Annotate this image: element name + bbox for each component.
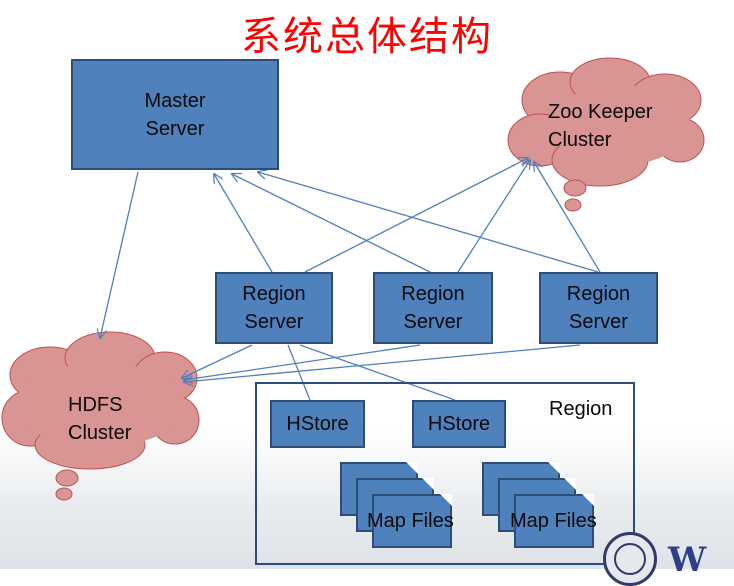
arrow-rs2-zk [457,160,530,273]
hstore-box-2: HStore [412,400,506,448]
arrow-rs1-master [214,174,273,273]
hdfs-label: HDFS Cluster [68,391,131,447]
region-server-box-2: Region Server [373,272,493,344]
arrow-rs3-master [258,172,599,273]
hstore-2-label: HStore [427,413,491,435]
region-server-2-line1: Region [401,283,465,305]
region-label: Region [549,398,613,420]
hdfs-label-line2: Cluster [68,422,132,444]
master-server-box: Master Server [71,59,279,170]
region-server-box-3: Region Server [539,272,658,344]
zookeeper-label-line2: Cluster [548,129,612,151]
region-server-box-1: Region Server [215,272,333,344]
university-logo-mark: W [668,540,706,580]
arrow-master-hdfs [100,171,139,338]
zookeeper-label-line1: Zoo Keeper [548,101,653,123]
region-server-2-line2: Server [403,311,463,333]
map-files-label-1: Map Files [367,510,454,532]
zookeeper-label: Zoo Keeper Cluster [548,98,653,154]
master-server-label-line2: Server [145,117,205,140]
page-title: 系统总体结构 [241,14,493,60]
map-files-label-2: Map Files [510,510,597,532]
region-server-3-line2: Server [569,311,628,333]
region-server-1-line2: Server [244,311,304,333]
hstore-1-label: HStore [286,413,349,435]
university-seal-logo [603,532,657,586]
region-server-3-line1: Region [566,283,631,305]
arrow-rs1-hdfs [182,344,253,378]
hstore-box-1: HStore [270,400,365,448]
master-server-label-line1: Master [144,89,206,112]
region-server-1-line1: Region [242,283,306,305]
hdfs-label-line1: HDFS [68,394,123,416]
